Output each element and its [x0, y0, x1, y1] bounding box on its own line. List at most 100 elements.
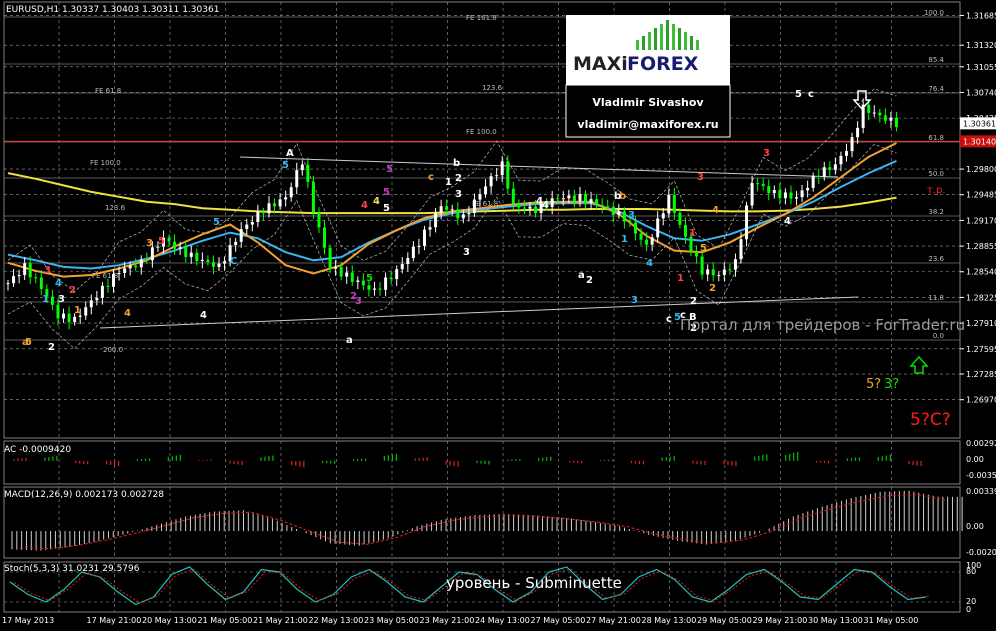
candle-body — [817, 175, 821, 177]
logo-email: vladimir@maxiforex.ru — [577, 118, 718, 131]
logo-bar-icon — [642, 36, 645, 50]
forecast-label-3: 3? — [884, 377, 899, 392]
macd-signal-line — [19, 494, 947, 550]
candle-body — [461, 214, 465, 219]
candle-body — [839, 155, 843, 165]
candle-body — [195, 252, 199, 262]
candle-body — [811, 175, 815, 188]
candle-body — [223, 261, 227, 264]
candle-body — [267, 203, 271, 214]
fib-right-label: 23.6 — [928, 255, 944, 263]
time-tick-label: 23 May 21:00 — [420, 616, 475, 625]
price-tick-label: 1.28855 — [966, 242, 996, 251]
candle-body — [595, 199, 599, 205]
wave-label: 3 — [628, 210, 635, 221]
fib-center-label: FE 161.8 — [466, 14, 497, 22]
candle-body — [422, 229, 426, 246]
candle-body — [73, 316, 77, 323]
candle-body — [417, 245, 421, 247]
chart-svg[interactable]: 100.085.476.461.850.038.223.611.80.0FE 6… — [0, 0, 996, 627]
price-tick-label: 1.31055 — [966, 63, 996, 72]
time-tick-label: 23 May 05:00 — [364, 616, 419, 625]
candle-body — [683, 224, 687, 237]
candle-body — [300, 164, 304, 171]
candle-body — [728, 269, 732, 271]
price-tick-label: 1.29800 — [966, 165, 996, 174]
candle-body — [656, 218, 660, 238]
candle-body — [378, 288, 382, 290]
candle-body — [778, 190, 782, 199]
candle-body — [672, 194, 676, 213]
fib-center-label: 123.6 — [482, 84, 503, 92]
candle-body — [367, 285, 371, 290]
wave-label: C — [230, 256, 237, 267]
candle-body — [517, 203, 521, 208]
candle-body — [761, 184, 765, 187]
wave-label: b — [453, 158, 460, 169]
price-tick-label: 1.29485 — [966, 191, 996, 200]
candle-body — [350, 272, 354, 282]
candle-body — [522, 207, 526, 209]
candle-body — [184, 247, 188, 257]
price-tick-label: 1.27595 — [966, 345, 996, 354]
candle-body — [134, 265, 138, 268]
stoch-label: Stoch(5,3,3) 31.0231 29.5796 — [4, 564, 140, 574]
candle-body — [284, 197, 288, 200]
candle-body — [889, 117, 893, 121]
candle-body — [472, 199, 476, 213]
wave-label: 2 — [709, 283, 716, 294]
time-tick-label: 20 May 13:00 — [142, 616, 197, 625]
time-tick-label: 30 May 13:00 — [808, 616, 863, 625]
fib-left-label: FE 61.8 — [95, 87, 121, 95]
candle-body — [123, 268, 127, 273]
candle-body — [339, 266, 343, 277]
candle-body — [667, 194, 671, 214]
time-tick-label: 28 May 13:00 — [642, 616, 697, 625]
candle-body — [456, 209, 460, 219]
wave-label: 4 — [200, 310, 207, 321]
candle-body — [217, 263, 221, 267]
candle-body — [28, 263, 32, 278]
candle-body — [606, 206, 610, 208]
time-tick-label: 27 May 21:00 — [586, 616, 641, 625]
candle-body — [789, 192, 793, 199]
candle-body — [617, 211, 621, 215]
candle-body — [12, 276, 16, 284]
candle-body — [878, 112, 882, 116]
candle-body — [745, 205, 749, 240]
candle-body — [722, 269, 726, 275]
candle-body — [400, 264, 404, 270]
candle-body — [750, 183, 754, 206]
candle-body — [317, 212, 321, 228]
fib-right-label: 11.8 — [928, 294, 944, 302]
candle-body — [206, 259, 210, 263]
candle-body — [150, 247, 154, 261]
wave-label: 3 — [58, 294, 65, 305]
ac-tick-label: 0.00292 — [966, 439, 996, 448]
candle-body — [289, 187, 293, 198]
wave-label: 2 — [48, 342, 55, 353]
wave-label: 4 — [646, 258, 653, 269]
candle-body — [767, 186, 771, 194]
wave-label: 5 — [700, 243, 707, 254]
time-tick-label: 29 May 21:00 — [753, 616, 808, 625]
wave-label: 5 — [213, 217, 220, 228]
candle-body — [50, 296, 54, 305]
candle-body — [439, 206, 443, 213]
candle-body — [661, 213, 665, 219]
time-tick-label: 27 May 05:00 — [531, 616, 586, 625]
logo-bar-icon — [666, 20, 669, 50]
fib-center-label: FE 100.0 — [466, 128, 497, 136]
candle-body — [572, 195, 576, 201]
macd-tick-label: 0.00 — [966, 522, 984, 531]
candle-body — [273, 203, 277, 207]
wave-label: 4 — [712, 205, 719, 216]
candle-body — [345, 272, 349, 277]
candle-body — [306, 164, 310, 182]
candle-body — [250, 222, 254, 225]
candle-body — [611, 206, 615, 215]
candle-body — [628, 221, 632, 223]
candle-body — [556, 198, 560, 200]
candle-body — [23, 263, 27, 276]
time-tick-label: 21 May 21:00 — [253, 616, 308, 625]
